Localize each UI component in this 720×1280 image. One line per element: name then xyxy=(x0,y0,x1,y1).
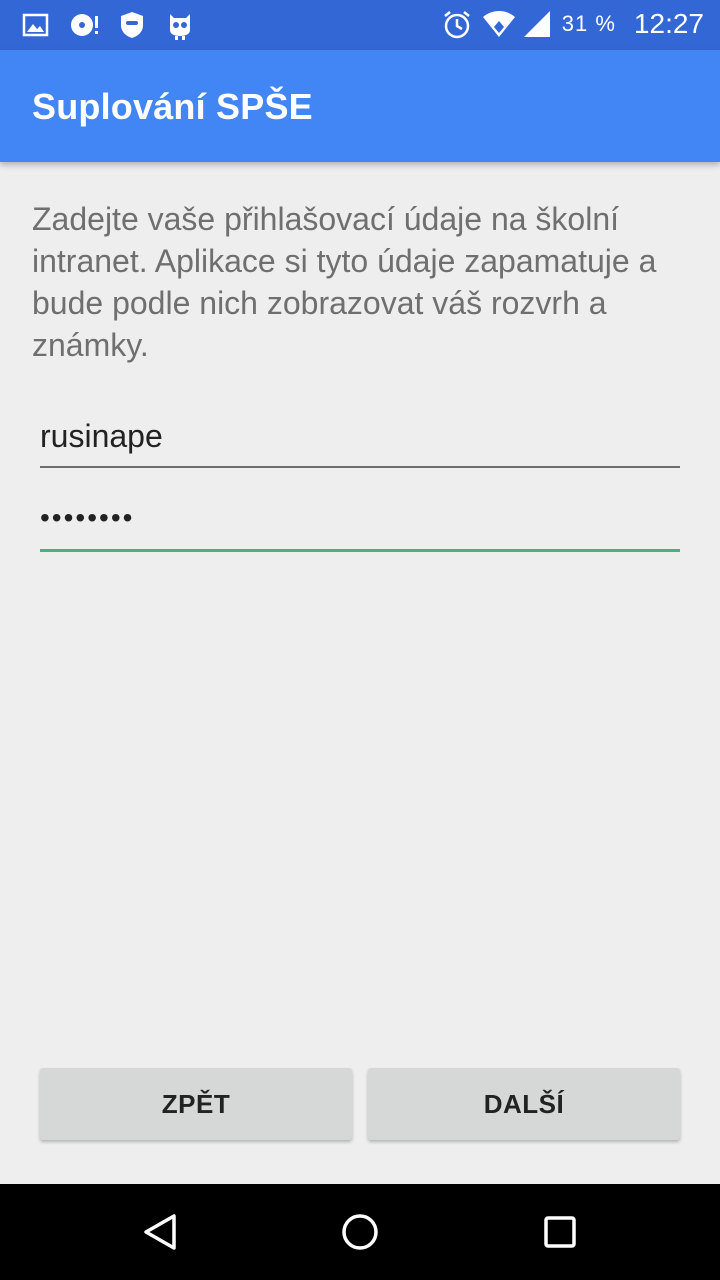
shield-icon xyxy=(118,10,146,40)
image-icon xyxy=(22,10,50,40)
password-underline xyxy=(40,549,680,552)
username-value: rusinape xyxy=(40,418,163,454)
status-bar-system: 31 % 12:27 xyxy=(442,8,704,40)
recents-square-icon[interactable] xyxy=(538,1210,582,1254)
username-field[interactable]: rusinape xyxy=(40,418,680,468)
alarm-icon xyxy=(442,9,470,39)
password-field[interactable]: •••••••• xyxy=(40,502,680,552)
next-button[interactable]: DALŠÍ xyxy=(368,1068,680,1140)
battery-percent: 31 % xyxy=(561,11,616,36)
app-bar: Suplování SPŠE xyxy=(0,50,720,162)
wifi-icon xyxy=(482,9,515,39)
navigation-bar xyxy=(0,1184,720,1280)
back-button[interactable]: ZPĚT xyxy=(40,1068,352,1140)
password-value: •••••••• xyxy=(40,502,135,533)
cyanogen-icon xyxy=(166,10,194,40)
clock: 12:27 xyxy=(633,8,704,39)
username-underline xyxy=(40,466,680,468)
home-circle-icon[interactable] xyxy=(338,1210,382,1254)
back-triangle-icon[interactable] xyxy=(138,1210,182,1254)
app-title: Suplování SPŠE xyxy=(32,86,313,127)
disc-notification-icon xyxy=(70,10,98,40)
login-instructions: Zadejte vaše přihlašovací údaje na školn… xyxy=(32,201,657,363)
status-bar: 31 % 12:27 xyxy=(0,0,720,50)
status-bar-notifications xyxy=(22,10,214,40)
signal-icon xyxy=(522,9,550,39)
